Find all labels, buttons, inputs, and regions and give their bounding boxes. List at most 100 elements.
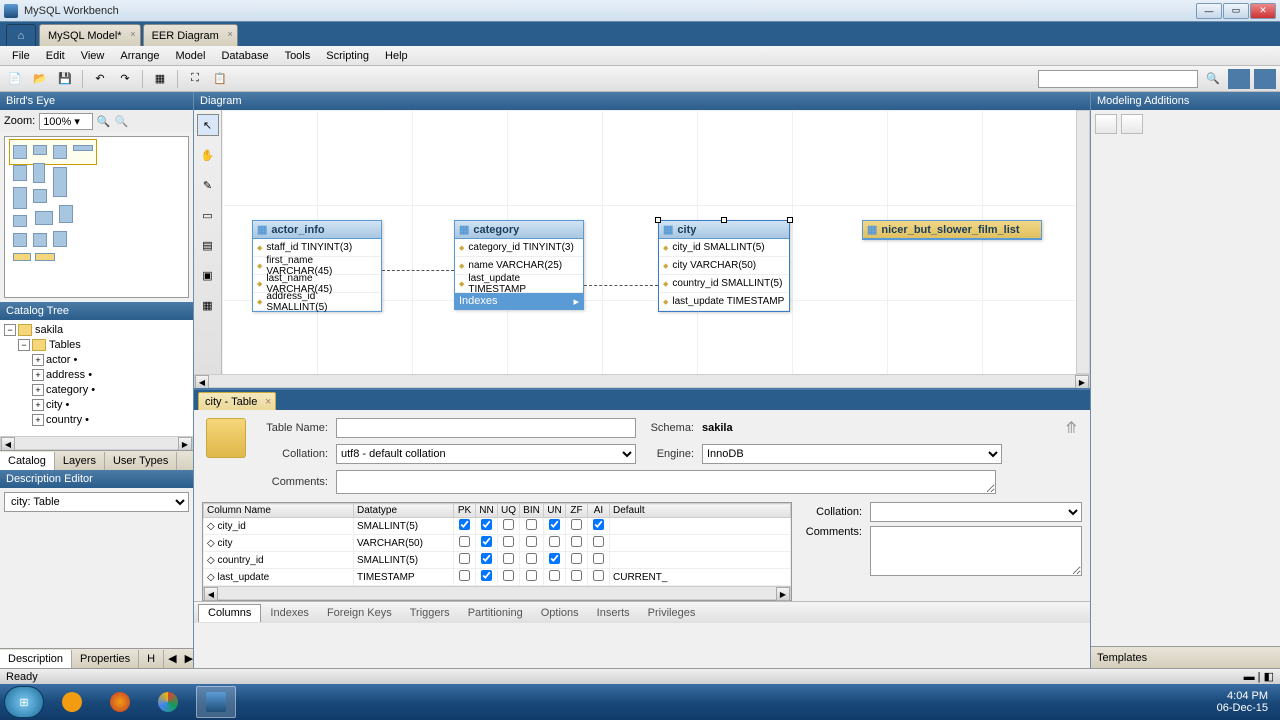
collapse-icon[interactable]: ⤊: [1065, 418, 1078, 438]
tab-diagram[interactable]: EER Diagram×: [143, 24, 238, 46]
taskbar-firefox-icon[interactable]: [100, 686, 140, 718]
btab-columns[interactable]: Columns: [198, 604, 261, 622]
btab-privileges[interactable]: Privileges: [639, 604, 705, 622]
table-nicer[interactable]: nicer_but_slower_film_list: [862, 220, 1042, 240]
table-actor-info[interactable]: actor_info staff_id TINYINT(3) first_nam…: [252, 220, 382, 312]
tab-model[interactable]: MySQL Model*×: [39, 24, 141, 46]
start-button[interactable]: ⊞: [4, 686, 44, 718]
minimize-button[interactable]: —: [1196, 3, 1222, 19]
menu-file[interactable]: File: [4, 50, 38, 62]
table-row[interactable]: ◇ last_updateTIMESTAMP CURRENT_: [204, 569, 791, 586]
expand-icon[interactable]: −: [4, 324, 16, 336]
zoom-out-icon[interactable]: 🔍: [115, 115, 129, 128]
zoom-in-icon[interactable]: 🔍: [97, 115, 111, 128]
side-collation-select[interactable]: [870, 502, 1082, 522]
home-tab[interactable]: ⌂: [6, 24, 36, 46]
btab-inserts[interactable]: Inserts: [588, 604, 639, 622]
nav-prev-icon[interactable]: ◀: [164, 652, 180, 665]
table-row[interactable]: ◇ city_idSMALLINT(5): [204, 518, 791, 535]
catalog-tab-usertypes[interactable]: User Types: [105, 452, 177, 470]
collation-select[interactable]: utf8 - default collation: [336, 444, 636, 464]
catalog-tab-layers[interactable]: Layers: [55, 452, 105, 470]
columns-grid[interactable]: Column Name Datatype PK NN UQ BIN UN ZF …: [202, 502, 792, 601]
new-file-icon[interactable]: 📄: [4, 69, 26, 89]
expand-icon[interactable]: +: [32, 414, 44, 426]
close-button[interactable]: ✕: [1250, 3, 1276, 19]
desc-tab-description[interactable]: Description: [0, 650, 72, 668]
menu-scripting[interactable]: Scripting: [318, 50, 377, 62]
note-tool-icon[interactable]: ▤: [197, 234, 219, 256]
scrollbar[interactable]: [1076, 110, 1090, 374]
grid-icon[interactable]: ▦: [149, 69, 171, 89]
close-icon[interactable]: ×: [265, 396, 271, 408]
desc-tab-h[interactable]: H: [139, 650, 164, 668]
expand-icon[interactable]: ⛶: [184, 69, 206, 89]
engine-select[interactable]: InnoDB: [702, 444, 1002, 464]
hand-tool-icon[interactable]: ✋: [197, 144, 219, 166]
menu-arrange[interactable]: Arrange: [112, 50, 167, 62]
pointer-tool-icon[interactable]: ↖: [197, 114, 219, 136]
catalog-tree[interactable]: −sakila −Tables +actor • +address • +cat…: [0, 320, 193, 436]
menu-view[interactable]: View: [73, 50, 113, 62]
taskbar-media-icon[interactable]: [52, 686, 92, 718]
comments-input[interactable]: [336, 470, 996, 494]
table-row[interactable]: ◇ cityVARCHAR(50): [204, 535, 791, 552]
expand-icon[interactable]: +: [32, 354, 44, 366]
table-name-input[interactable]: [336, 418, 636, 438]
menu-database[interactable]: Database: [213, 50, 276, 62]
add-folder-icon[interactable]: [1121, 114, 1143, 134]
taskbar-workbench-icon[interactable]: [196, 686, 236, 718]
image-tool-icon[interactable]: ▣: [197, 264, 219, 286]
scrollbar[interactable]: ◀▶: [194, 374, 1090, 388]
expand-icon[interactable]: +: [32, 369, 44, 381]
menu-tools[interactable]: Tools: [277, 50, 319, 62]
scrollbar[interactable]: ◀▶: [203, 586, 791, 600]
open-folder-icon[interactable]: 📂: [29, 69, 51, 89]
close-icon[interactable]: ×: [228, 29, 233, 39]
editor-tab-city[interactable]: city - Table×: [198, 392, 276, 410]
catalog-tab-catalog[interactable]: Catalog: [0, 452, 55, 470]
menu-edit[interactable]: Edit: [38, 50, 73, 62]
menu-help[interactable]: Help: [377, 50, 416, 62]
expand-icon[interactable]: +: [32, 384, 44, 396]
tree-item[interactable]: +country •: [2, 412, 191, 427]
btab-triggers[interactable]: Triggers: [401, 604, 459, 622]
expand-icon[interactable]: −: [18, 339, 30, 351]
zoom-select[interactable]: 100% ▾: [39, 113, 93, 130]
expand-icon[interactable]: +: [32, 399, 44, 411]
panel-toggle[interactable]: [1254, 69, 1276, 89]
scrollbar[interactable]: ◀▶: [0, 436, 193, 450]
close-icon[interactable]: ×: [130, 29, 135, 39]
maximize-button[interactable]: ▭: [1223, 3, 1249, 19]
layer-tool-icon[interactable]: ▭: [197, 204, 219, 226]
redo-icon[interactable]: ↷: [114, 69, 136, 89]
side-comments-input[interactable]: [870, 526, 1082, 576]
eraser-tool-icon[interactable]: ✎: [197, 174, 219, 196]
menu-model[interactable]: Model: [168, 50, 214, 62]
document-icon[interactable]: 📋: [209, 69, 231, 89]
tree-item[interactable]: +actor •: [2, 352, 191, 367]
btab-indexes[interactable]: Indexes: [261, 604, 318, 622]
table-category[interactable]: category category_id TINYINT(3) name VAR…: [454, 220, 584, 310]
table-tool-icon[interactable]: ▦: [197, 294, 219, 316]
table-row[interactable]: ◇ country_idSMALLINT(5): [204, 552, 791, 569]
save-icon[interactable]: 💾: [54, 69, 76, 89]
desc-tab-properties[interactable]: Properties: [72, 650, 139, 668]
undo-icon[interactable]: ↶: [89, 69, 111, 89]
desc-select[interactable]: city: Table: [4, 492, 189, 512]
birdseye-minimap[interactable]: [4, 136, 189, 298]
panel-toggle[interactable]: [1228, 69, 1250, 89]
search-icon[interactable]: 🔍: [1202, 69, 1224, 89]
templates-tab[interactable]: Templates: [1091, 646, 1280, 668]
system-tray[interactable]: 4:04 PM 06-Dec-15: [1209, 690, 1276, 714]
btab-partitioning[interactable]: Partitioning: [459, 604, 532, 622]
tree-item[interactable]: +category •: [2, 382, 191, 397]
taskbar-chrome-icon[interactable]: [148, 686, 188, 718]
search-input[interactable]: [1038, 70, 1198, 88]
tree-item[interactable]: +city •: [2, 397, 191, 412]
tree-item[interactable]: +address •: [2, 367, 191, 382]
btab-fk[interactable]: Foreign Keys: [318, 604, 401, 622]
btab-options[interactable]: Options: [532, 604, 588, 622]
add-template-icon[interactable]: [1095, 114, 1117, 134]
diagram-canvas[interactable]: actor_info staff_id TINYINT(3) first_nam…: [222, 110, 1090, 374]
